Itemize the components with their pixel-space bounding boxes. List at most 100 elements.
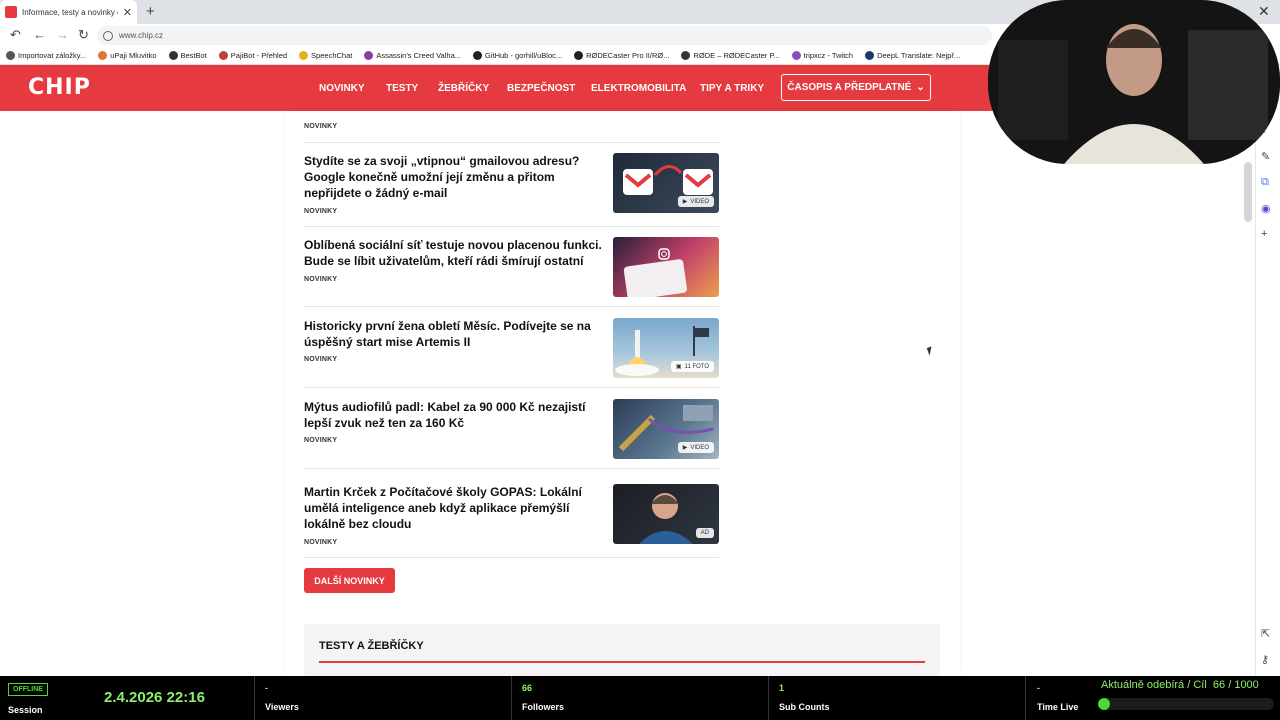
play-icon: ▶ xyxy=(682,445,688,451)
bookmark-item[interactable]: BestBot xyxy=(168,51,207,60)
subs-cell xyxy=(769,676,1026,720)
nav-novinky[interactable]: NOVINKY xyxy=(319,83,365,94)
video-badge: ▶ VIDEO xyxy=(677,196,714,207)
followers-cell xyxy=(512,676,769,720)
bookmark-label: Importovat záložky... xyxy=(18,51,87,60)
bookmark-label: uPaji Mluvitko xyxy=(110,51,157,60)
translate-icon[interactable]: ⧉ xyxy=(1261,176,1269,189)
window-close-icon[interactable]: ✕ xyxy=(1258,3,1270,20)
divider xyxy=(304,142,719,143)
bookmark-icon xyxy=(218,51,228,60)
bookmark-item[interactable]: GitHub - gorhill/uBloc... xyxy=(473,51,562,60)
camera-icon: ▣ xyxy=(675,364,682,370)
page-scrollbar[interactable] xyxy=(1244,162,1252,222)
badge-label: VIDEO xyxy=(690,198,709,205)
tab-title: Informace, testy a novinky o har xyxy=(22,7,118,17)
bookmark-label: GitHub - gorhill/uBloc... xyxy=(485,51,563,60)
bookmark-item[interactable]: PajiBot - Přehled xyxy=(218,51,287,60)
offline-badge: OFFLINE xyxy=(8,683,48,696)
sub-goal-value: 66 / 1000 xyxy=(1212,679,1259,691)
bookmark-icon xyxy=(6,51,15,60)
article-title[interactable]: Mýtus audiofilů padl: Kabel za 90 000 Kč… xyxy=(304,399,604,431)
nav-zebricky[interactable]: ŽEBŘÍČKY xyxy=(438,83,489,94)
article-thumbnail[interactable]: AD xyxy=(613,484,719,544)
sub-goal-text: Aktuálně odebírá / Cíl 66 / 1000 xyxy=(1101,679,1259,691)
timelive-label: Time Live xyxy=(1037,702,1079,712)
nav-tipy-a-triky[interactable]: TIPY A TRIKY xyxy=(700,83,764,94)
article-title[interactable]: Oblíbená sociální síť testuje novou plac… xyxy=(304,237,604,269)
article-thumbnail[interactable]: ▶ VIDEO xyxy=(613,153,719,213)
bookmark-icon xyxy=(299,51,309,60)
nav-elektromobilita[interactable]: ELEKTROMOBILITA xyxy=(591,83,686,94)
undo-icon[interactable]: ↶ xyxy=(10,27,21,43)
new-tab-icon[interactable]: + xyxy=(146,3,155,20)
url-bar[interactable]: www.chip.cz xyxy=(97,26,992,45)
article-thumbnail[interactable] xyxy=(613,237,719,297)
divider xyxy=(304,557,719,558)
bookmark-item[interactable]: Importovat záložky... xyxy=(6,51,86,60)
instagram-icon xyxy=(623,248,687,297)
bookmark-item[interactable]: DeepL Translate: Nejpř... xyxy=(865,51,960,60)
close-tab-icon[interactable]: ✕ xyxy=(123,6,132,19)
pen-icon[interactable]: ✎ xyxy=(1261,150,1270,163)
badge-label: VIDEO xyxy=(690,444,709,451)
bookmark-label: BestBot xyxy=(180,51,207,60)
bookmark-label: tripxcz - Twitch xyxy=(803,51,854,60)
sub-goal-fill xyxy=(1098,698,1110,710)
bookmark-label: RØDECaster Pro II/RØ... xyxy=(586,51,670,60)
session-datetime: 2.4.2026 22:16 xyxy=(104,689,205,706)
divider xyxy=(304,387,719,388)
bookmark-item[interactable]: uPaji Mluvitko xyxy=(98,51,157,60)
bookmark-label: DeepL Translate: Nejpř... xyxy=(877,51,961,60)
bookmark-icon xyxy=(574,51,584,60)
article-category[interactable]: NOVINKY xyxy=(304,356,337,363)
bookmark-icon xyxy=(364,51,374,60)
article-thumbnail[interactable]: ▶ VIDEO xyxy=(613,399,719,459)
bookmark-icon xyxy=(791,51,801,60)
badge-label: 11 FOTO xyxy=(684,363,709,370)
add-icon[interactable]: + xyxy=(1261,228,1267,240)
bookmark-item[interactable]: tripxcz - Twitch xyxy=(791,51,854,60)
bookmark-item[interactable]: RØDECaster Pro II/RØ... xyxy=(574,51,669,60)
viewers-label: Viewers xyxy=(265,702,299,712)
external-icon[interactable]: ⇱ xyxy=(1261,627,1270,640)
key-icon[interactable]: ⚷ xyxy=(1261,653,1269,666)
subscribe-button[interactable]: ČASOPIS A PŘEDPLATNÉ ⌄ xyxy=(781,74,931,101)
back-icon[interactable]: ← xyxy=(33,27,46,42)
article-category[interactable]: NOVINKY xyxy=(304,539,337,546)
bookmark-label: RØDE – RØDECaster P... xyxy=(693,51,780,60)
more-news-button[interactable]: DALŠÍ NOVINKY xyxy=(304,568,395,593)
browser-tab[interactable]: Informace, testy a novinky o har ✕ xyxy=(0,0,137,24)
url-text: www.chip.cz xyxy=(119,31,164,40)
bookmark-item[interactable]: RØDE – RØDECaster P... xyxy=(681,51,780,60)
article-category[interactable]: NOVINKY xyxy=(304,208,337,215)
nav-bezpecnost[interactable]: BEZPEČNOST xyxy=(507,83,575,94)
divider xyxy=(304,226,719,227)
nav-testy[interactable]: TESTY xyxy=(386,83,418,94)
article-title[interactable]: Martin Krček z Počítačové školy GOPAS: L… xyxy=(304,484,604,532)
subscribe-label: ČASOPIS A PŘEDPLATNÉ xyxy=(787,82,912,93)
reload-icon[interactable]: ↻ xyxy=(78,27,89,43)
bookmark-item[interactable]: SpeechChat xyxy=(299,51,352,60)
subs-label: Sub Counts xyxy=(779,702,830,712)
chip-logo[interactable]: CHIP xyxy=(28,75,91,100)
article-category[interactable]: NOVINKY xyxy=(304,276,337,283)
site-info-icon[interactable] xyxy=(103,30,113,41)
webcam-feed xyxy=(988,0,1280,164)
section-title: TESTY A ŽEBŘÍČKY xyxy=(319,640,424,652)
article-category[interactable]: NOVINKY xyxy=(304,437,337,444)
bookmark-icon xyxy=(473,51,482,60)
article-title[interactable]: Historicky první žena obletí Měsíc. Podí… xyxy=(304,318,604,350)
bookmark-item[interactable]: Assassin's Creed Valha... xyxy=(364,51,461,60)
article-thumbnail[interactable]: ▣ 11 FOTO xyxy=(613,318,719,378)
play-icon: ▶ xyxy=(682,199,688,205)
section-underline xyxy=(319,661,925,663)
extension-icon[interactable]: ◉ xyxy=(1261,202,1271,215)
article-category[interactable]: NOVINKY xyxy=(304,123,337,130)
followers-value: 66 xyxy=(522,683,533,693)
bookmark-label: Assassin's Creed Valha... xyxy=(376,51,461,60)
article-title[interactable]: Stydíte se za svoji „vtipnou“ gmailovou … xyxy=(304,153,604,201)
forward-icon[interactable]: → xyxy=(56,27,69,42)
photo-badge: ▣ 11 FOTO xyxy=(670,361,714,372)
divider xyxy=(304,468,719,469)
